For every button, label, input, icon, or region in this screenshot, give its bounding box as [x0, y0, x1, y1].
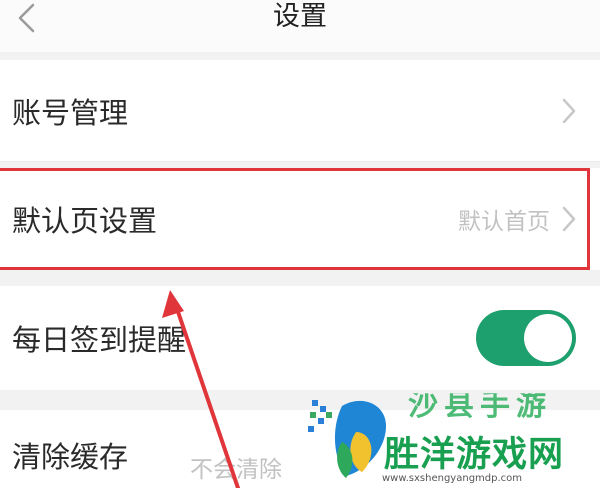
- chevron-right-icon: [562, 206, 576, 232]
- clear-cache-value: 不会清除: [190, 457, 282, 483]
- account-management-row[interactable]: 账号管理: [0, 60, 600, 162]
- header-bar: 设置: [0, 0, 600, 52]
- default-page-setting-row[interactable]: 默认页设置 默认首页: [0, 168, 600, 270]
- account-management-label: 账号管理: [12, 95, 129, 130]
- page-title: 设置: [273, 1, 327, 32]
- back-button[interactable]: [6, 0, 46, 36]
- settings-screen: 设置 账号管理 默认页设置 默认首页 每日签到提醒 清除缓存 不会清除 沙县手游: [0, 0, 600, 488]
- chevron-right-icon: [562, 98, 576, 123]
- clear-cache-label: 清除缓存: [12, 440, 129, 474]
- chevron-left-icon: [18, 3, 35, 33]
- clear-cache-row[interactable]: 清除缓存 不会清除: [0, 410, 600, 488]
- daily-checkin-reminder-row: 每日签到提醒: [0, 286, 600, 390]
- default-page-value: 默认首页: [458, 209, 550, 235]
- toggle-knob: [524, 314, 572, 362]
- checkin-reminder-toggle[interactable]: [476, 310, 576, 366]
- daily-checkin-reminder-label: 每日签到提醒: [12, 323, 187, 357]
- default-page-setting-label: 默认页设置: [12, 204, 158, 238]
